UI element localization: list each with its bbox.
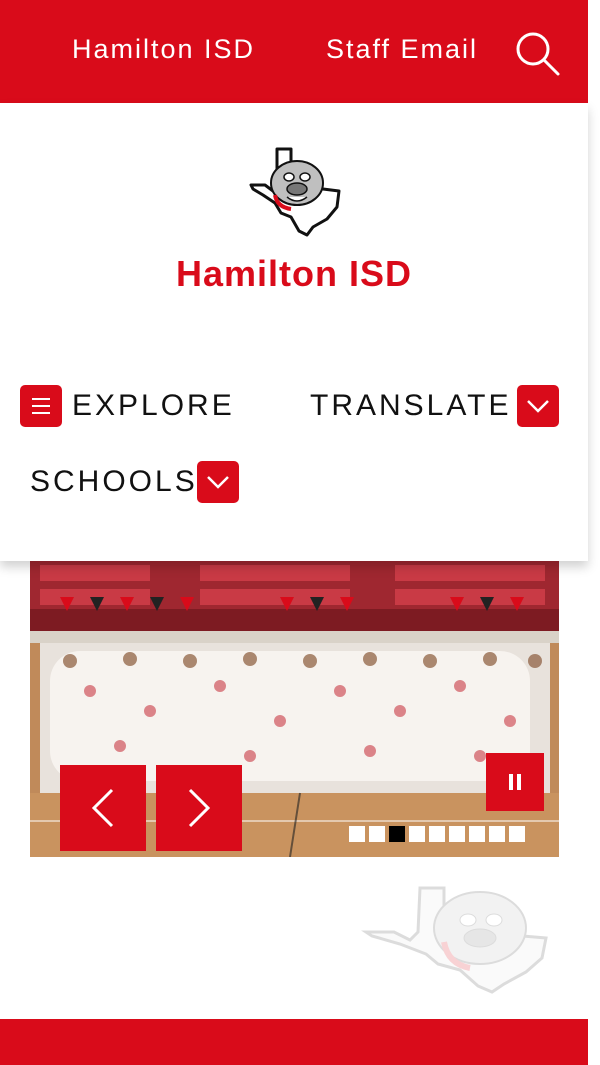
translate-button[interactable]: TRANSLATE (310, 389, 511, 423)
site-title[interactable]: Hamilton ISD (0, 253, 588, 295)
search-icon[interactable] (512, 28, 562, 78)
chevron-right-icon (188, 788, 211, 828)
menu-icon[interactable] (20, 385, 62, 427)
slide-dot[interactable] (469, 826, 485, 842)
header-card: Hamilton ISD EXPLORE TRANSLATE SCHOOLS (0, 103, 588, 561)
bulldog-texas-logo-icon[interactable] (247, 145, 343, 237)
chevron-down-icon[interactable] (197, 461, 239, 503)
slide-previous-button[interactable] (60, 765, 146, 851)
staff-email-link[interactable]: Staff Email (326, 34, 478, 65)
slide-dot[interactable] (369, 826, 385, 842)
footer-bar (0, 1019, 588, 1065)
slide-pause-button[interactable] (486, 753, 544, 811)
slide-dot[interactable] (489, 826, 505, 842)
schools-button[interactable]: SCHOOLS (30, 465, 198, 499)
chevron-down-icon[interactable] (517, 385, 559, 427)
bulldog-watermark-icon (360, 884, 552, 994)
slide-next-button[interactable] (156, 765, 242, 851)
slide-dot[interactable] (409, 826, 425, 842)
pause-icon (509, 774, 521, 790)
slide-dot-active[interactable] (389, 826, 405, 842)
slide-dot[interactable] (429, 826, 445, 842)
slide-dot[interactable] (349, 826, 365, 842)
top-bar: Hamilton ISD Staff Email (0, 0, 588, 103)
slide-dot[interactable] (509, 826, 525, 842)
slide-indicators (349, 826, 525, 842)
slide-dot[interactable] (449, 826, 465, 842)
chevron-left-icon (91, 788, 114, 828)
site-home-link[interactable]: Hamilton ISD (72, 34, 255, 65)
explore-menu-button[interactable]: EXPLORE (72, 389, 235, 423)
